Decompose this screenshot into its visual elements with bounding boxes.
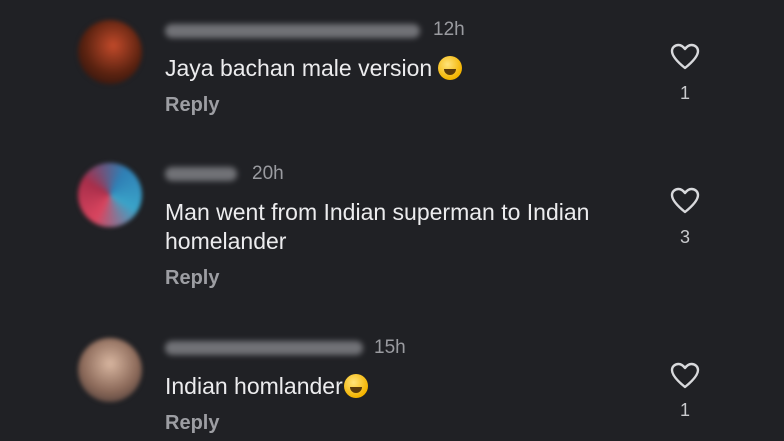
username-redacted[interactable]: [165, 24, 420, 38]
username-redacted[interactable]: [165, 167, 237, 181]
tears-of-joy-emoji: [438, 56, 463, 80]
heart-icon[interactable]: [670, 187, 700, 215]
comment-text: Jaya bachan male version: [165, 54, 645, 83]
comments-screen: { "comments": [ { "time": "12h", "text":…: [0, 0, 784, 441]
reply-button[interactable]: Reply: [165, 412, 219, 435]
comment-time: 12h: [433, 19, 465, 40]
rolling-on-floor-laughing-emoji: [343, 374, 368, 398]
comment-text: Man went from Indian superman to Indian …: [165, 199, 590, 254]
like-count: 1: [679, 83, 690, 103]
comment-time: 15h: [374, 337, 406, 358]
comment-text: Indian homlander: [165, 372, 645, 401]
comment-time: 20h: [252, 163, 284, 184]
avatar[interactable]: [78, 338, 142, 402]
username-redacted[interactable]: [165, 341, 363, 355]
like-count: 1: [679, 400, 690, 420]
comment-text-content: Indian homlander: [165, 373, 343, 399]
reply-button[interactable]: Reply: [165, 267, 219, 290]
heart-icon[interactable]: [670, 362, 700, 390]
heart-icon[interactable]: [670, 43, 700, 71]
like-count: 3: [679, 227, 690, 247]
reply-button[interactable]: Reply: [165, 94, 219, 117]
comment-text-content: Jaya bachan male version: [165, 55, 433, 81]
avatar[interactable]: [78, 163, 142, 227]
avatar[interactable]: [78, 20, 142, 84]
